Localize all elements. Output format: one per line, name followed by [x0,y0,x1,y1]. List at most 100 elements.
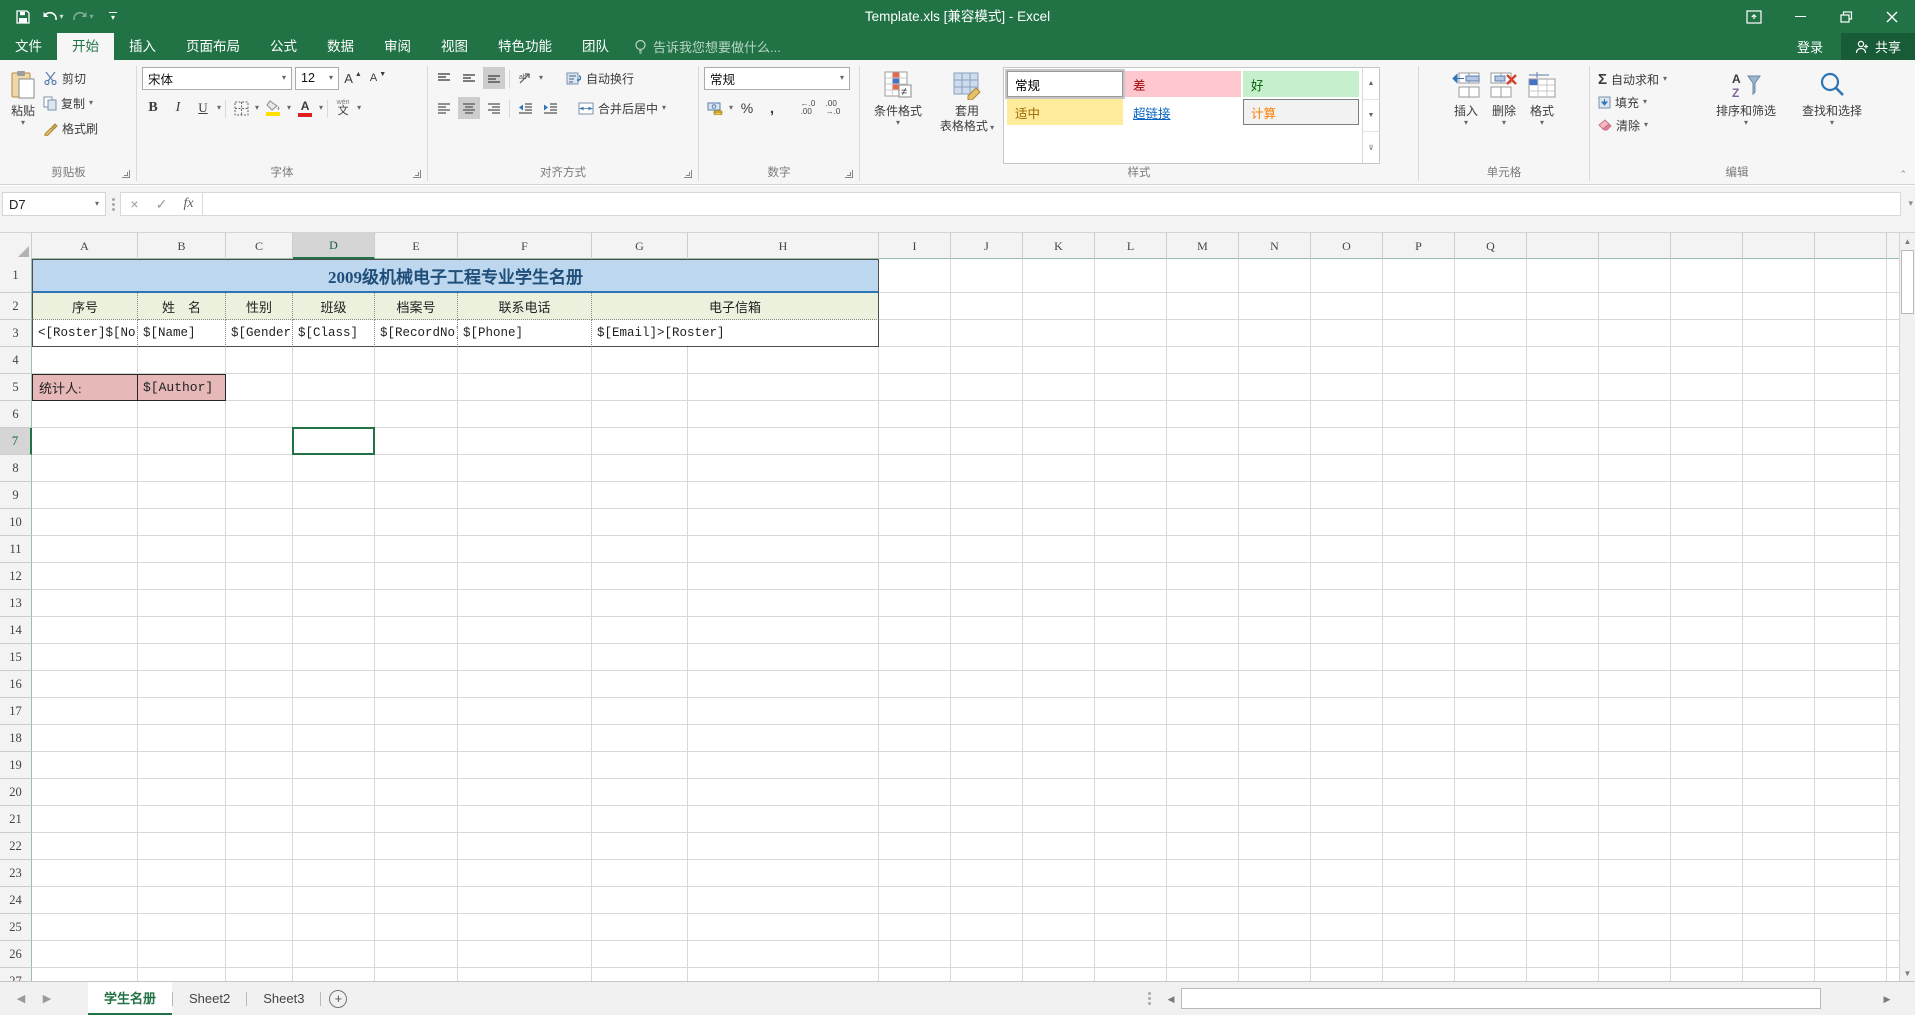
cell[interactable] [1743,590,1815,617]
cell[interactable] [458,644,592,671]
cell[interactable] [1743,914,1815,941]
cell[interactable] [1095,320,1167,347]
cell[interactable] [951,563,1023,590]
column-header-D[interactable]: D [293,233,375,259]
redo-button[interactable]: ▾ [70,4,96,30]
cell[interactable] [1167,671,1239,698]
cell[interactable] [951,671,1023,698]
cell[interactable] [1455,482,1527,509]
cell[interactable] [592,617,688,644]
ribbon-tab-视图[interactable]: 视图 [426,33,483,60]
cell[interactable]: 统计人: [32,374,138,401]
cell[interactable] [1311,374,1383,401]
cell[interactable] [1743,833,1815,860]
cell[interactable] [1743,347,1815,374]
cell[interactable] [1671,401,1743,428]
row-header-10[interactable]: 10 [0,509,32,536]
cell[interactable] [458,428,592,455]
cell[interactable] [293,590,375,617]
cell[interactable] [1887,563,1899,590]
row-header-11[interactable]: 11 [0,536,32,563]
cell[interactable] [1815,941,1887,968]
cell[interactable] [375,374,458,401]
cell[interactable] [1023,671,1095,698]
cell[interactable] [1239,941,1311,968]
cell[interactable] [1527,671,1599,698]
cell[interactable] [688,968,879,981]
cell[interactable] [1743,293,1815,320]
column-header-C[interactable]: C [226,233,293,259]
cell[interactable] [1815,536,1887,563]
cell[interactable] [1311,752,1383,779]
cell[interactable] [1239,671,1311,698]
cell[interactable] [1743,563,1815,590]
cell-style-好[interactable]: 好 [1243,71,1359,97]
row-header-27[interactable]: 27 [0,968,32,981]
align-right-button[interactable] [483,97,505,119]
cell[interactable] [1095,401,1167,428]
cell[interactable] [688,860,879,887]
cell[interactable] [951,941,1023,968]
scroll-left-arrow[interactable]: ◀ [1163,987,1179,1011]
cell[interactable] [1887,590,1899,617]
cell[interactable] [1815,968,1887,981]
cell[interactable] [1167,347,1239,374]
clipboard-dialog-launcher[interactable] [122,170,130,178]
formula-bar-expand-button[interactable]: ▾ [1908,198,1913,209]
cell[interactable] [688,374,879,401]
cell[interactable] [1671,536,1743,563]
cell[interactable] [293,482,375,509]
cell[interactable] [32,401,138,428]
row-header-5[interactable]: 5 [0,374,32,401]
merge-center-button[interactable]: 合并后居中 ▾ [575,97,669,119]
cell[interactable]: 班级 [293,293,375,320]
cell[interactable] [1599,968,1671,981]
paste-button[interactable]: 粘贴 ▾ [6,65,40,164]
cell[interactable] [32,509,138,536]
cell[interactable] [1311,779,1383,806]
accounting-format-button[interactable] [704,97,726,119]
cell[interactable] [1887,428,1899,455]
cell[interactable] [1527,293,1599,320]
cell[interactable] [226,698,293,725]
cell[interactable] [688,671,879,698]
row-header-4[interactable]: 4 [0,347,32,374]
row-header-19[interactable]: 19 [0,752,32,779]
cell[interactable] [1887,401,1899,428]
ribbon-display-options-button[interactable] [1731,0,1777,33]
cell[interactable] [1311,320,1383,347]
cell[interactable] [951,752,1023,779]
cell[interactable] [1167,806,1239,833]
cell[interactable] [688,914,879,941]
cell[interactable] [458,347,592,374]
cell[interactable] [226,779,293,806]
cell[interactable] [1167,259,1239,293]
cell[interactable] [138,887,226,914]
cell[interactable] [1815,644,1887,671]
cell[interactable] [1167,374,1239,401]
cell[interactable] [1455,968,1527,981]
cell[interactable] [592,833,688,860]
cell[interactable] [1167,563,1239,590]
cell[interactable] [375,671,458,698]
cell[interactable] [226,914,293,941]
column-header-E[interactable]: E [375,233,458,259]
cell[interactable] [1383,725,1455,752]
align-center-button[interactable] [458,97,480,119]
cell[interactable] [1743,779,1815,806]
cell[interactable] [226,752,293,779]
cell[interactable] [375,347,458,374]
cell[interactable] [1527,401,1599,428]
ribbon-tab-文件[interactable]: 文件 [0,33,57,60]
cell[interactable] [1815,725,1887,752]
previous-sheet-button[interactable]: ◀ [8,982,34,1015]
cell[interactable] [458,779,592,806]
cell[interactable] [458,833,592,860]
cell[interactable] [1023,914,1095,941]
cell[interactable] [1887,293,1899,320]
cell[interactable] [1815,779,1887,806]
cell[interactable] [1671,509,1743,536]
cell[interactable] [1311,509,1383,536]
column-header-F[interactable]: F [458,233,592,259]
cell[interactable] [1095,293,1167,320]
